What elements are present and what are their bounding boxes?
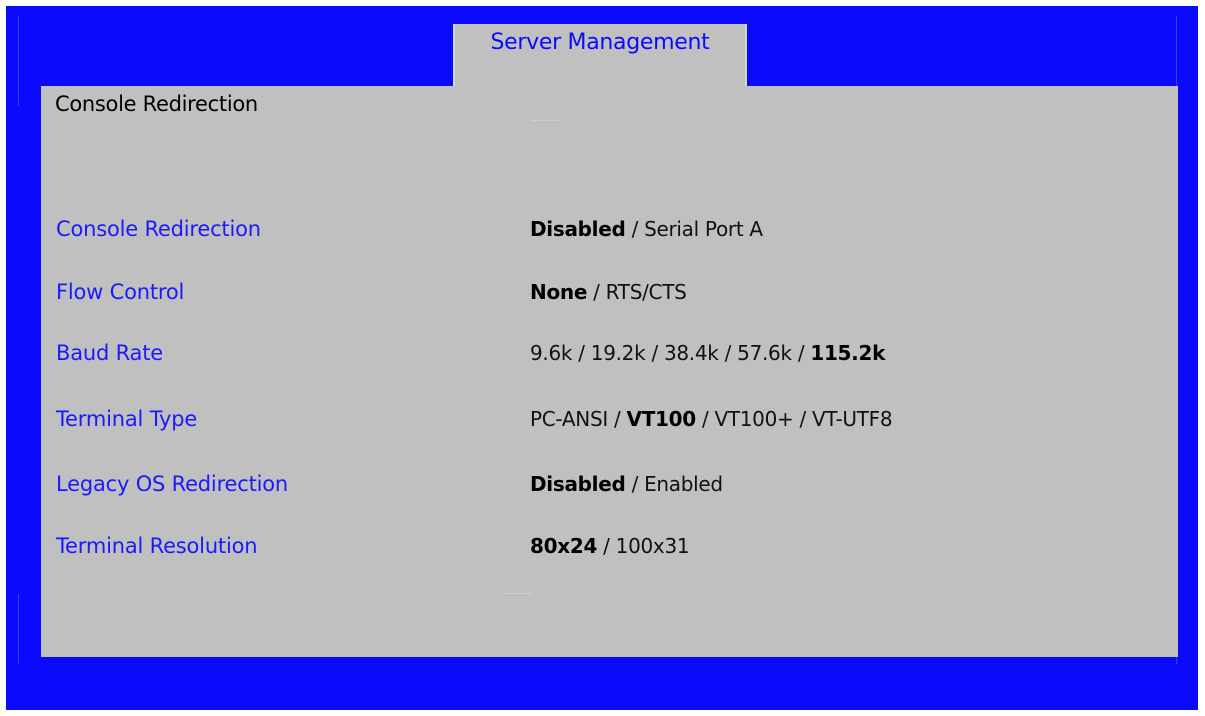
option-separator: / (625, 472, 645, 496)
option[interactable]: 9.6k (530, 341, 573, 365)
option-selected[interactable]: 115.2k (810, 341, 885, 365)
page-title: Console Redirection (55, 92, 258, 116)
option-separator: / (645, 341, 664, 365)
frame-edge-line (18, 594, 19, 664)
setting-row-legacy-os-redirection[interactable]: Legacy OS Redirection Disabled / Enabled (41, 472, 1178, 512)
settings-panel: Console Redirection Console Redirection … (41, 86, 1178, 657)
setting-options[interactable]: Disabled / Serial Port A (530, 217, 763, 241)
option-separator: / (572, 341, 591, 365)
option-selected[interactable]: None (530, 280, 587, 304)
setting-row-console-redirection[interactable]: Console Redirection Disabled / Serial Po… (41, 217, 1178, 257)
option-separator: / (695, 407, 715, 431)
faint-line (503, 593, 533, 594)
option-selected[interactable]: VT100 (627, 407, 697, 431)
setting-row-terminal-type[interactable]: Terminal Type PC-ANSI / VT100 / VT100+ /… (41, 407, 1178, 447)
setting-label: Terminal Type (56, 407, 198, 431)
option[interactable]: VT-UTF8 (812, 407, 893, 431)
option-separator: / (625, 217, 645, 241)
setting-options[interactable]: PC-ANSI / VT100 / VT100+ / VT-UTF8 (530, 407, 893, 431)
setting-label: Flow Control (56, 280, 185, 304)
setting-row-terminal-resolution[interactable]: Terminal Resolution 80x24 / 100x31 (41, 534, 1178, 574)
option-selected[interactable]: Disabled (530, 217, 626, 241)
option-separator: / (793, 407, 813, 431)
option-separator: / (587, 280, 606, 304)
option[interactable]: Enabled (644, 472, 723, 496)
frame-edge-line (18, 16, 19, 106)
setting-options[interactable]: None / RTS/CTS (530, 280, 687, 304)
option-selected[interactable]: Disabled (530, 472, 626, 496)
option-selected[interactable]: 80x24 (530, 534, 597, 558)
option[interactable]: PC-ANSI (530, 407, 608, 431)
setting-row-baud-rate[interactable]: Baud Rate 9.6k / 19.2k / 38.4k / 57.6k /… (41, 341, 1178, 381)
setting-options[interactable]: Disabled / Enabled (530, 472, 723, 496)
faint-line (531, 120, 561, 121)
option[interactable]: 57.6k (737, 341, 792, 365)
tab-label: Server Management (490, 30, 710, 55)
setting-label: Baud Rate (56, 341, 163, 365)
option[interactable]: RTS/CTS (606, 280, 687, 304)
option-separator: / (718, 341, 738, 365)
tab-server-management[interactable]: Server Management (453, 24, 747, 90)
option[interactable]: 100x31 (616, 534, 690, 558)
setting-options[interactable]: 9.6k / 19.2k / 38.4k / 57.6k / 115.2k (530, 341, 885, 365)
option[interactable]: 38.4k (664, 341, 719, 365)
option-separator: / (607, 407, 627, 431)
option-separator: / (791, 341, 811, 365)
setting-options[interactable]: 80x24 / 100x31 (530, 534, 690, 558)
setting-row-flow-control[interactable]: Flow Control None / RTS/CTS (41, 280, 1178, 320)
option[interactable]: 19.2k (591, 341, 646, 365)
option-separator: / (597, 534, 616, 558)
setting-label: Terminal Resolution (56, 534, 258, 558)
setting-label: Legacy OS Redirection (56, 472, 289, 496)
setting-label: Console Redirection (56, 217, 261, 241)
option[interactable]: VT100+ (714, 407, 793, 431)
option[interactable]: Serial Port A (644, 217, 763, 241)
